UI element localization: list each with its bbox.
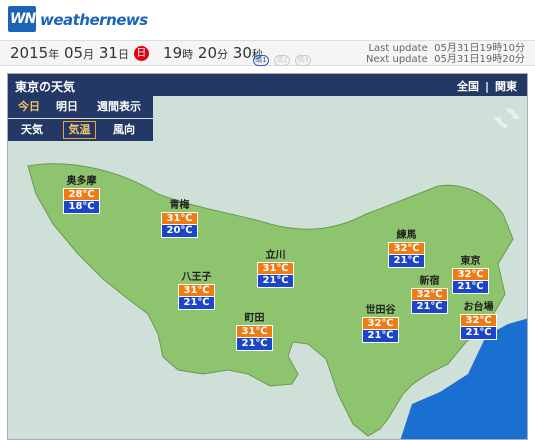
date-bar: 2015年 05月 31日 日 19時 20分 30秒 晴1 晴2 晴3 Last … [0,40,535,66]
low-temp: 21℃ [178,297,215,310]
refresh-icon[interactable] [493,104,521,132]
weather-mini-icons: 晴1 晴2 晴3 [253,47,316,66]
current-datetime: 2015年 05月 31日 日 19時 20分 30秒 [10,44,263,62]
brand-name[interactable]: weathernews [40,11,148,29]
next-update-label: Next update [366,54,428,65]
tab-weather[interactable]: 天気 [14,121,50,139]
region-links: 全国 | 関東 [451,78,517,94]
update-info: Last update 05月31日19時10分 Next update 05月… [366,43,525,65]
link-separator: | [484,80,489,93]
station-name: 八王子 [181,272,212,283]
station-name: 町田 [244,313,265,324]
station-nerima[interactable]: 練馬 32℃ 21℃ [388,229,425,268]
hour: 19 [163,44,183,62]
high-temp: 32℃ [452,268,489,281]
panel-title: 東京の天気 [15,80,76,94]
minute: 20 [197,44,217,62]
day: 31 [98,44,118,62]
station-name: 立川 [265,250,286,261]
low-temp: 21℃ [388,255,425,268]
low-temp: 21℃ [257,275,294,288]
year: 2015 [10,44,49,62]
weathernews-logo-icon[interactable]: WN [8,6,36,32]
tab-temperature[interactable]: 気温 [63,121,96,139]
logo-mark: WN [10,11,36,27]
station-hachioji[interactable]: 八王子 31℃ 21℃ [178,271,215,310]
low-temp: 21℃ [236,338,273,351]
last-update-label: Last update [368,43,428,54]
tab-wind-direction[interactable]: 風向 [106,121,142,139]
high-temp: 31℃ [178,284,215,297]
month: 05 [63,44,84,62]
next-update-time: 05月31日19時20分 [434,54,525,65]
station-name: 新宿 [419,276,440,287]
station-odaiba[interactable]: お台場 32℃ 21℃ [460,301,497,340]
tokyo-weather-panel: 東京の天気 全国 | 関東 今日 明日 週間表示 天気 気温 風向 奥多摩 28℃ … [7,73,528,440]
low-temp: 21℃ [411,301,448,314]
station-name: お台場 [463,302,494,313]
panel-title-bar: 東京の天気 全国 | 関東 [8,74,527,96]
high-temp: 31℃ [236,325,273,338]
low-temp: 21℃ [460,327,497,340]
high-temp: 31℃ [257,262,294,275]
tab-today[interactable]: 今日 [14,98,44,116]
station-name: 世田谷 [365,305,396,316]
low-temp: 21℃ [452,281,489,294]
high-temp: 32℃ [460,314,497,327]
station-name: 東京 [460,256,481,267]
link-kanto[interactable]: 関東 [495,80,517,93]
second: 30 [232,44,252,62]
tab-weekly[interactable]: 週間表示 [90,98,148,116]
mini-weather-icon: 晴1 [253,55,269,66]
station-setagaya[interactable]: 世田谷 32℃ 21℃ [362,304,399,343]
station-name: 奥多摩 [66,176,97,187]
low-temp: 18℃ [63,201,100,214]
low-temp: 20℃ [161,225,198,238]
mini-weather-icon: 晴3 [295,55,311,66]
day-tabs: 今日 明日 週間表示 [8,96,153,118]
station-name: 練馬 [396,230,417,241]
high-temp: 28℃ [63,188,100,201]
station-name: 青梅 [169,200,190,211]
station-shinjuku[interactable]: 新宿 32℃ 21℃ [411,275,448,314]
station-okutama[interactable]: 奥多摩 28℃ 18℃ [63,175,100,214]
station-tokyo[interactable]: 東京 32℃ 21℃ [452,255,489,294]
high-temp: 32℃ [388,242,425,255]
station-tachikawa[interactable]: 立川 31℃ 21℃ [257,249,294,288]
high-temp: 32℃ [411,288,448,301]
mini-weather-icon: 晴2 [274,55,290,66]
station-machida[interactable]: 町田 31℃ 21℃ [236,312,273,351]
last-update-time: 05月31日19時10分 [434,43,525,54]
type-tabs: 天気 気温 風向 [8,119,153,141]
sunday-badge: 日 [133,46,149,61]
low-temp: 21℃ [362,330,399,343]
station-ome[interactable]: 青梅 31℃ 20℃ [161,199,198,238]
high-temp: 31℃ [161,212,198,225]
tab-tomorrow[interactable]: 明日 [52,98,82,116]
link-nationwide[interactable]: 全国 [457,80,479,93]
site-header: WN weathernews [0,0,535,40]
high-temp: 32℃ [362,317,399,330]
